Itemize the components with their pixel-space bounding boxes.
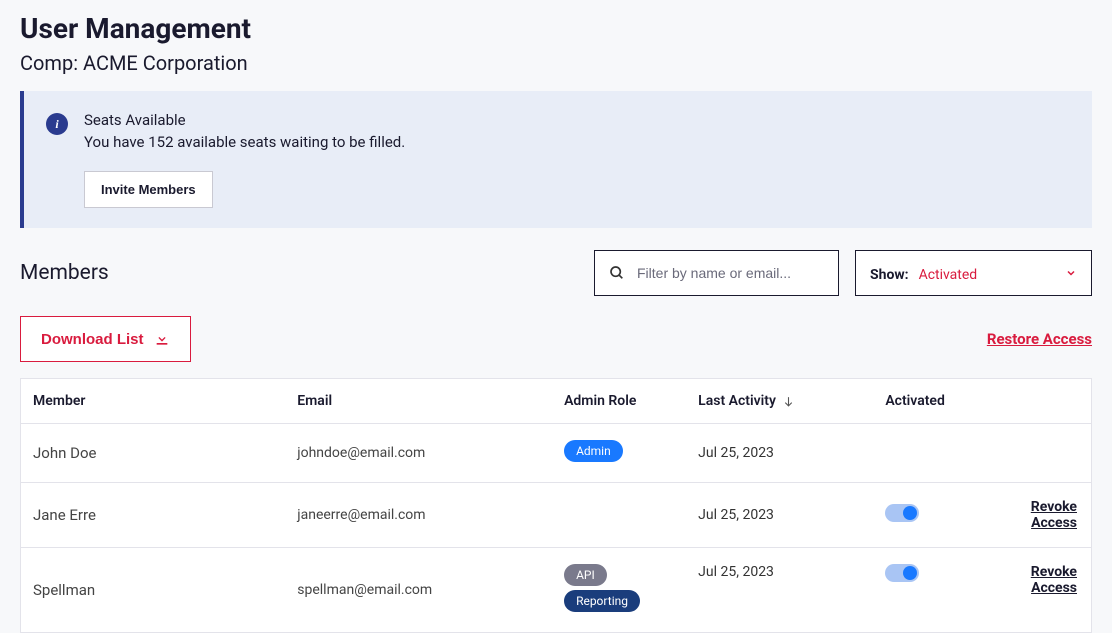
cell-member: Spellman	[21, 548, 286, 633]
role-badge: API	[564, 564, 607, 586]
show-filter[interactable]: Show: Activated	[855, 250, 1092, 296]
page-title: User Management	[20, 12, 1092, 45]
chevron-down-icon	[1065, 267, 1077, 279]
cell-actions	[973, 424, 1092, 483]
th-email: Email	[285, 379, 552, 424]
search-box[interactable]	[594, 250, 839, 296]
info-icon: i	[46, 113, 68, 135]
download-icon	[154, 331, 170, 347]
activated-toggle[interactable]	[885, 564, 919, 582]
restore-access-link[interactable]: Restore Access	[987, 330, 1092, 348]
cell-role	[552, 483, 686, 548]
search-input[interactable]	[637, 265, 824, 281]
cell-last-activity: Jul 25, 2023	[686, 424, 873, 483]
table-row: Spellmanspellman@email.comAPIReportingJu…	[21, 548, 1092, 633]
cell-actions: Revoke Access	[973, 548, 1092, 633]
cell-activated	[873, 424, 973, 483]
cell-activated	[873, 483, 973, 548]
page-subtitle: Comp: ACME Corporation	[20, 51, 1092, 75]
table-row: Jane Errejaneerre@email.com Jul 25, 2023 R…	[21, 483, 1092, 548]
cell-role: Admin	[552, 424, 686, 483]
activated-toggle[interactable]	[885, 504, 919, 522]
revoke-access-link[interactable]: Revoke Access	[1031, 499, 1077, 531]
banner-title: Seats Available	[84, 111, 405, 129]
cell-member: Jane Erre	[21, 483, 286, 548]
th-admin-role: Admin Role	[552, 379, 686, 424]
table-row: John Doejohndoe@email.com Admin Jul 25, 20…	[21, 424, 1092, 483]
th-member: Member	[21, 379, 286, 424]
cell-role: APIReporting	[552, 548, 686, 633]
cell-email: janeerre@email.com	[285, 483, 552, 548]
seats-banner: i Seats Available You have 152 available…	[20, 91, 1092, 228]
cell-last-activity: Jul 25, 2023	[686, 483, 873, 548]
show-label: Show:	[870, 267, 909, 283]
cell-email: johndoe@email.com	[285, 424, 552, 483]
sort-descending-icon	[782, 395, 795, 408]
role-badge: Admin	[564, 440, 623, 462]
th-last-activity-label: Last Activity	[698, 393, 776, 409]
members-heading: Members	[20, 261, 109, 285]
download-label: Download List	[41, 331, 144, 348]
th-activated: Activated	[873, 379, 973, 424]
search-icon	[609, 265, 625, 281]
cell-email: spellman@email.com	[285, 548, 552, 633]
banner-text: You have 152 available seats waiting to …	[84, 133, 405, 151]
cell-last-activity: Jul 25, 2023	[686, 548, 873, 633]
show-value: Activated	[919, 267, 978, 283]
invite-members-button[interactable]: Invite Members	[84, 171, 213, 208]
revoke-access-link[interactable]: Revoke Access	[1031, 564, 1077, 596]
cell-actions: Revoke Access	[973, 483, 1092, 548]
th-last-activity[interactable]: Last Activity	[686, 379, 873, 424]
th-actions	[973, 379, 1092, 424]
members-table: Member Email Admin Role Last Activity Ac…	[20, 378, 1092, 633]
cell-activated	[873, 548, 973, 633]
cell-member: John Doe	[21, 424, 286, 483]
download-list-button[interactable]: Download List	[20, 316, 191, 362]
